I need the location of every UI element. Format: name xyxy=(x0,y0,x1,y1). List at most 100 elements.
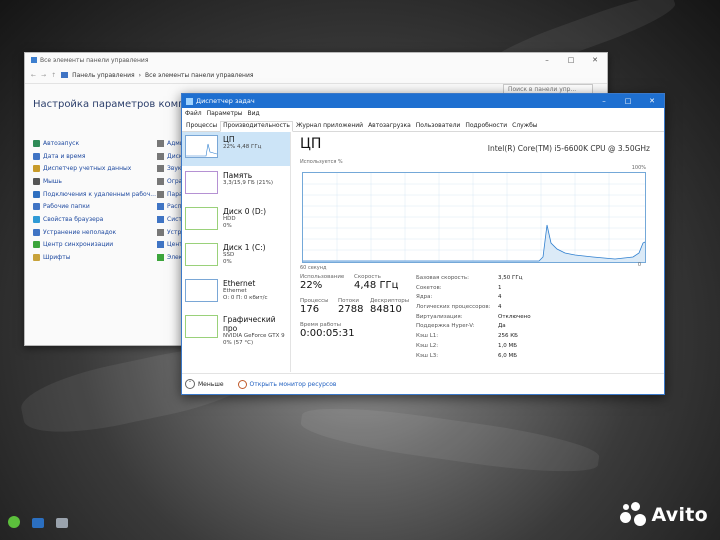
device-sub1: 22% 4,48 ГГц xyxy=(223,144,262,150)
control-panel-item-icon xyxy=(33,190,40,198)
menu-bar: Файл Параметры Вид xyxy=(182,108,664,119)
control-panel-item-icon xyxy=(157,254,164,262)
tab-startup[interactable]: Автозагрузка xyxy=(366,122,413,131)
device-thumbnail xyxy=(185,243,218,266)
property-value: 6,0 МБ xyxy=(498,352,518,359)
control-panel-item-label: Центр синхронизации xyxy=(43,241,114,249)
device-item-disk[interactable]: Диск 1 (C:) SSD 0% xyxy=(182,240,290,274)
control-panel-item[interactable]: Шрифты xyxy=(33,251,156,264)
taskbar-app-icon[interactable] xyxy=(56,518,68,528)
menu-view[interactable]: Вид xyxy=(248,110,260,117)
task-manager-window[interactable]: Диспетчер задач – □ ✕ Файл Параметры Вид… xyxy=(181,93,665,395)
device-item-gpu[interactable]: Графический про NVIDIA GeForce GTX 9 0% (5… xyxy=(182,312,290,346)
menu-options[interactable]: Параметры xyxy=(207,110,243,117)
tab-details[interactable]: Подробности xyxy=(463,122,509,131)
device-sub1: HDD xyxy=(223,216,236,222)
threads-value: 2788 xyxy=(338,304,364,315)
device-info: Диск 1 (C:) SSD 0% xyxy=(223,243,266,271)
control-panel-item[interactable]: Свойства браузера xyxy=(33,213,156,226)
task-manager-footer: ˄ Меньше Открыть монитор ресурсов xyxy=(182,373,664,394)
device-title: Графический про xyxy=(223,315,276,333)
fewer-details-link[interactable]: Меньше xyxy=(198,381,224,388)
control-panel-item[interactable]: Центр синхронизации xyxy=(33,239,156,252)
tab-users[interactable]: Пользователи xyxy=(414,122,463,131)
chevron-up-icon[interactable]: ˄ xyxy=(185,379,195,389)
uptime-value: 0:00:05:31 xyxy=(300,328,355,339)
property-row: Ядра: 4 xyxy=(416,294,531,304)
breadcrumb-item[interactable]: Все элементы панели управления xyxy=(145,72,253,79)
breadcrumb-separator: › xyxy=(138,71,142,79)
property-key: Ядра: xyxy=(416,294,433,301)
device-sub1: Ethernet xyxy=(223,288,247,294)
property-key: Кэш L1: xyxy=(416,333,439,340)
back-arrow-icon[interactable]: ← xyxy=(31,72,36,79)
resource-monitor-link[interactable]: Открыть монитор ресурсов xyxy=(237,379,336,389)
taskbar-app-icon[interactable] xyxy=(8,516,20,528)
property-value: 3,50 ГГц xyxy=(498,275,523,281)
control-panel-item-icon xyxy=(33,177,40,185)
forward-arrow-icon[interactable]: → xyxy=(41,72,46,79)
device-thumbnail xyxy=(185,207,218,230)
device-thumbnail xyxy=(185,315,218,338)
taskbar-app-icon[interactable] xyxy=(32,518,44,528)
menu-file[interactable]: Файл xyxy=(185,110,202,117)
device-sub2: О: 0 П: 0 кбит/с xyxy=(223,295,268,301)
property-row: Базовая скорость: 3,50 ГГц xyxy=(416,275,531,285)
property-key: Поддержка Hyper-V: xyxy=(416,323,475,330)
control-panel-item-icon xyxy=(157,165,164,173)
device-title: Ethernet xyxy=(223,279,256,288)
graph-max-label: 100% xyxy=(631,165,646,171)
device-item-disk[interactable]: Диск 0 (D:) HDD 0% xyxy=(182,204,290,238)
avito-watermark: Avito xyxy=(620,502,708,528)
close-button[interactable]: ✕ xyxy=(583,53,607,67)
cpu-usage-graph xyxy=(302,172,646,263)
property-key: Логических процессоров: xyxy=(416,304,491,311)
breadcrumb-item[interactable]: Панель управления xyxy=(72,72,135,79)
device-thumbnail xyxy=(185,279,218,302)
tab-performance[interactable]: Производительность xyxy=(220,121,293,132)
control-panel-titlebar[interactable]: Все элементы панели управления – □ ✕ xyxy=(25,53,607,67)
tab-processes[interactable]: Процессы xyxy=(184,122,219,131)
device-sub2: 0% xyxy=(223,259,232,265)
usage-value: 22% xyxy=(300,280,323,291)
tab-services[interactable]: Службы xyxy=(510,122,539,131)
property-row: Сокетов: 1 xyxy=(416,285,531,295)
property-row: Поддержка Hyper-V: Да xyxy=(416,323,531,333)
panel-heading: ЦП xyxy=(300,136,322,152)
cpu-properties: Базовая скорость: 3,50 ГГц Сокетов: 1 Ядра: 4… xyxy=(416,275,531,362)
device-item-cpu[interactable]: ЦП 22% 4,48 ГГц xyxy=(182,132,290,166)
address-bar[interactable]: ← → ↑ Панель управления › Все элементы п… xyxy=(25,67,607,84)
close-button[interactable]: ✕ xyxy=(640,94,664,108)
control-panel-item[interactable]: Рабочие папки xyxy=(33,200,156,213)
control-panel-item[interactable]: Диспетчер учетных данных xyxy=(33,162,156,175)
minimize-button[interactable]: – xyxy=(592,94,616,108)
task-manager-titlebar[interactable]: Диспетчер задач – □ ✕ xyxy=(182,94,664,108)
property-value: Отключено xyxy=(498,313,531,320)
tab-app-history[interactable]: Журнал приложений xyxy=(294,122,365,131)
control-panel-icon xyxy=(31,57,37,63)
up-arrow-icon[interactable]: ↑ xyxy=(51,72,56,79)
device-sub1: 3,3/15,9 ГБ (21%) xyxy=(223,180,273,186)
property-value: 4 xyxy=(498,304,502,311)
control-panel-item[interactable]: Подключения к удаленным рабоч... xyxy=(33,188,156,201)
control-panel-item[interactable]: Автозапуск xyxy=(33,137,156,150)
cpu-mini-graph xyxy=(186,143,218,157)
desktop-texture xyxy=(298,399,602,481)
control-panel-title: Все элементы панели управления xyxy=(40,56,149,64)
control-panel-item[interactable]: Дата и время xyxy=(33,150,156,163)
maximize-button[interactable]: □ xyxy=(559,53,583,67)
control-panel-item-label: Расп xyxy=(167,203,182,211)
maximize-button[interactable]: □ xyxy=(616,94,640,108)
device-item-net[interactable]: Ethernet Ethernet О: 0 П: 0 кбит/с xyxy=(182,276,290,310)
control-panel-item-label: Диспетчер учетных данных xyxy=(43,165,132,173)
task-manager-title: Диспетчер задач xyxy=(196,97,255,105)
control-panel-item[interactable]: Мышь xyxy=(33,175,156,188)
property-value: 1,0 МБ xyxy=(498,342,518,349)
property-value: Да xyxy=(498,323,506,330)
graph-label: Используется % xyxy=(300,159,343,165)
device-thumbnail xyxy=(185,171,218,194)
control-panel-item[interactable]: Устранение неполадок xyxy=(33,226,156,239)
minimize-button[interactable]: – xyxy=(535,53,559,67)
handles-stat: Дескрипторы 84810 xyxy=(370,298,409,315)
device-item-mem[interactable]: Память 3,3/15,9 ГБ (21%) xyxy=(182,168,290,202)
